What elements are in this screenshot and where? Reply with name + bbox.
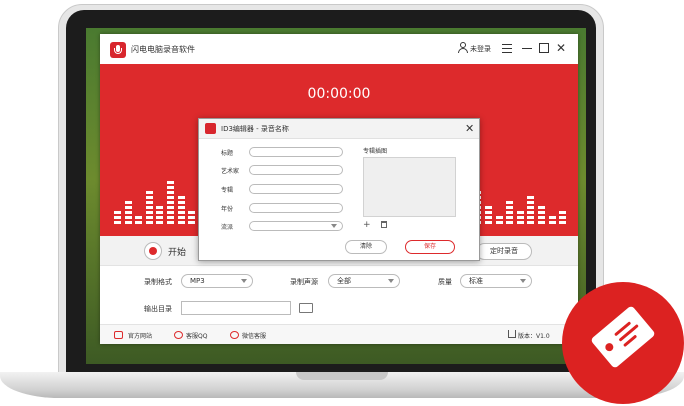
version-text: 版本：V1.0 <box>518 333 550 340</box>
equalizer-bar <box>538 204 545 224</box>
equalizer-bar <box>135 214 143 224</box>
stage: 闪电电脑录音软件 未登录 ✕ 00:00:00 开始 定时录音 录制格式 MP3 <box>0 0 684 406</box>
chevron-down-icon <box>331 224 337 228</box>
laptop-notch <box>296 372 388 380</box>
quality-label: 质量 <box>438 278 452 286</box>
equalizer-bar <box>516 209 524 224</box>
format-select[interactable]: MP3 <box>181 274 253 288</box>
qq-link[interactable]: 客服QQ <box>186 331 207 340</box>
quality-value: 标准 <box>469 277 483 285</box>
timed-record-button[interactable]: 定时录音 <box>476 243 532 260</box>
clear-button[interactable]: 清除 <box>345 240 387 254</box>
tag-badge <box>562 282 684 404</box>
dialog-title-bar: ID3编辑器 - 录音名称 ✕ <box>199 119 479 139</box>
field-label-genre: 流派 <box>221 224 234 231</box>
equalizer-bar <box>114 209 121 224</box>
source-value: 全部 <box>337 277 351 285</box>
title-bar: 闪电电脑录音软件 未登录 ✕ <box>100 34 578 64</box>
microphone-logo-icon <box>110 42 126 58</box>
tag-icon <box>590 305 656 369</box>
folder-icon[interactable] <box>299 303 313 313</box>
home-icon[interactable] <box>114 331 123 339</box>
record-timer: 00:00:00 <box>307 86 371 102</box>
genre-select[interactable] <box>249 221 343 231</box>
album-input[interactable] <box>249 184 343 194</box>
user-icon[interactable] <box>458 42 468 53</box>
album-cover-box[interactable] <box>363 157 456 217</box>
app-title: 闪电电脑录音软件 <box>131 45 195 54</box>
minimize-icon[interactable] <box>522 43 533 54</box>
cover-label: 专辑插图 <box>363 148 388 155</box>
website-link[interactable]: 官方网站 <box>128 331 152 340</box>
dialog-title: ID3编辑器 - 录音名称 <box>221 125 289 133</box>
chevron-down-icon <box>520 279 526 283</box>
plus-icon[interactable]: + <box>363 220 371 230</box>
record-dot-icon <box>149 247 157 255</box>
close-icon[interactable]: ✕ <box>556 42 567 54</box>
year-input[interactable] <box>249 203 343 213</box>
equalizer-bar <box>145 189 153 224</box>
chevron-down-icon <box>388 279 394 283</box>
source-label: 录制声源 <box>290 278 318 286</box>
settings-panel: 录制格式 MP3 录制声源 全部 质量 标准 输出目录 <box>100 266 578 324</box>
dialog-close-icon[interactable]: ✕ <box>465 122 474 135</box>
output-directory-input[interactable] <box>181 301 291 315</box>
artist-input[interactable] <box>249 165 343 175</box>
maximize-icon[interactable] <box>539 43 549 53</box>
equalizer-bar <box>124 199 132 224</box>
output-label: 输出目录 <box>144 305 172 313</box>
qq-icon[interactable] <box>174 331 183 339</box>
footer-bar: 官方网站 客服QQ 微信客服 版本：V1.0 <box>100 324 578 344</box>
quality-select[interactable]: 标准 <box>460 274 532 288</box>
equalizer-bar <box>559 209 567 224</box>
field-label-artist: 艺术家 <box>221 168 240 175</box>
equalizer-bar <box>548 214 556 224</box>
field-label-title: 标题 <box>221 150 234 157</box>
chevron-down-icon <box>241 279 247 283</box>
save-button[interactable]: 保存 <box>405 240 455 254</box>
equalizer-bar <box>485 204 492 224</box>
wechat-icon[interactable] <box>230 331 239 339</box>
login-link[interactable]: 未登录 <box>470 44 491 54</box>
equalizer-bar <box>527 194 535 224</box>
microphone-logo-icon <box>205 123 216 134</box>
equalizer-bar <box>506 199 514 224</box>
equalizer-bar <box>177 194 185 224</box>
field-label-year: 年份 <box>221 206 234 213</box>
source-select[interactable]: 全部 <box>328 274 400 288</box>
equalizer-bar <box>188 209 196 224</box>
download-icon[interactable] <box>508 330 516 338</box>
wechat-link[interactable]: 微信客服 <box>242 331 266 340</box>
menu-icon[interactable] <box>502 43 513 54</box>
title-input[interactable] <box>249 147 343 157</box>
equalizer-bar <box>495 214 503 224</box>
trash-icon[interactable] <box>381 221 387 228</box>
id3-editor-dialog: ID3编辑器 - 录音名称 ✕ 标题 艺术家 专辑 年份 流派 专辑插图 + 清… <box>198 118 480 261</box>
start-label[interactable]: 开始 <box>168 245 186 258</box>
start-record-button[interactable] <box>144 242 162 260</box>
format-value: MP3 <box>190 277 205 285</box>
format-label: 录制格式 <box>144 278 172 286</box>
equalizer-bar <box>167 179 174 224</box>
field-label-album: 专辑 <box>221 187 234 194</box>
equalizer-bar <box>156 204 164 224</box>
